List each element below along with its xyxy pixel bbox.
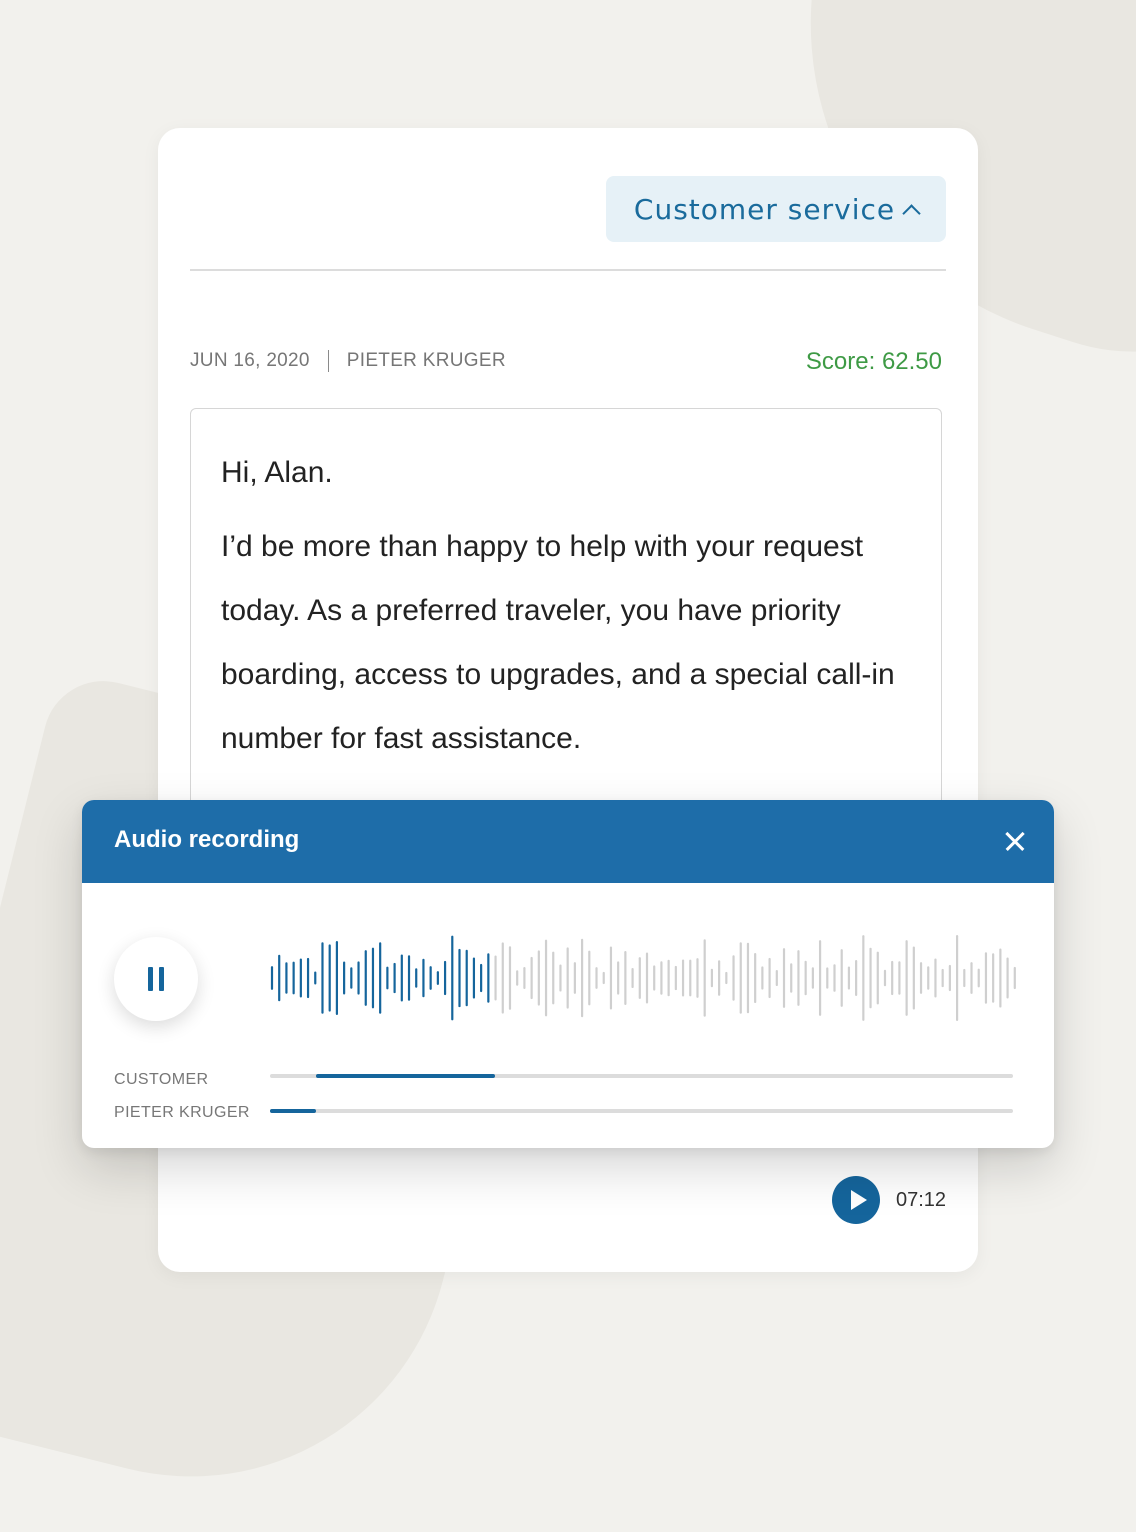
panel-title: Audio recording bbox=[114, 826, 300, 853]
track-label-agent: PIETER KRUGER bbox=[114, 1104, 250, 1121]
message-body: I’d be more than happy to help with your… bbox=[221, 530, 895, 755]
customer-speech-segment bbox=[316, 1074, 496, 1078]
agent-speech-segment bbox=[270, 1109, 317, 1113]
conversation-meta: JUN 16, 2020 PIETER KRUGER bbox=[190, 350, 506, 372]
audio-recording-panel: Audio recording CUSTOMER PIETER KRUGER bbox=[82, 800, 1054, 1148]
meta-separator bbox=[327, 350, 329, 372]
audio-waveform[interactable] bbox=[270, 930, 1020, 1026]
play-button[interactable] bbox=[832, 1176, 880, 1224]
message-greeting: Hi, Alan. bbox=[221, 456, 333, 489]
score-value: Score: 62.50 bbox=[805, 348, 942, 375]
panel-header: Audio recording bbox=[82, 800, 1054, 883]
close-icon[interactable] bbox=[994, 820, 1036, 862]
recording-duration: 07:12 bbox=[896, 1189, 947, 1211]
chevron-up-icon bbox=[902, 203, 921, 223]
topic-label: Customer service bbox=[633, 192, 896, 226]
track-label-customer: CUSTOMER bbox=[114, 1071, 209, 1088]
play-icon bbox=[851, 1190, 867, 1210]
conversation-date: JUN 16, 2020 bbox=[190, 350, 310, 371]
divider bbox=[190, 269, 946, 271]
customer-track[interactable] bbox=[270, 1074, 1013, 1078]
pause-button[interactable] bbox=[114, 937, 198, 1021]
topic-dropdown-button[interactable]: Customer service bbox=[606, 176, 946, 242]
agent-name: PIETER KRUGER bbox=[346, 350, 506, 371]
agent-track[interactable] bbox=[270, 1109, 1013, 1113]
